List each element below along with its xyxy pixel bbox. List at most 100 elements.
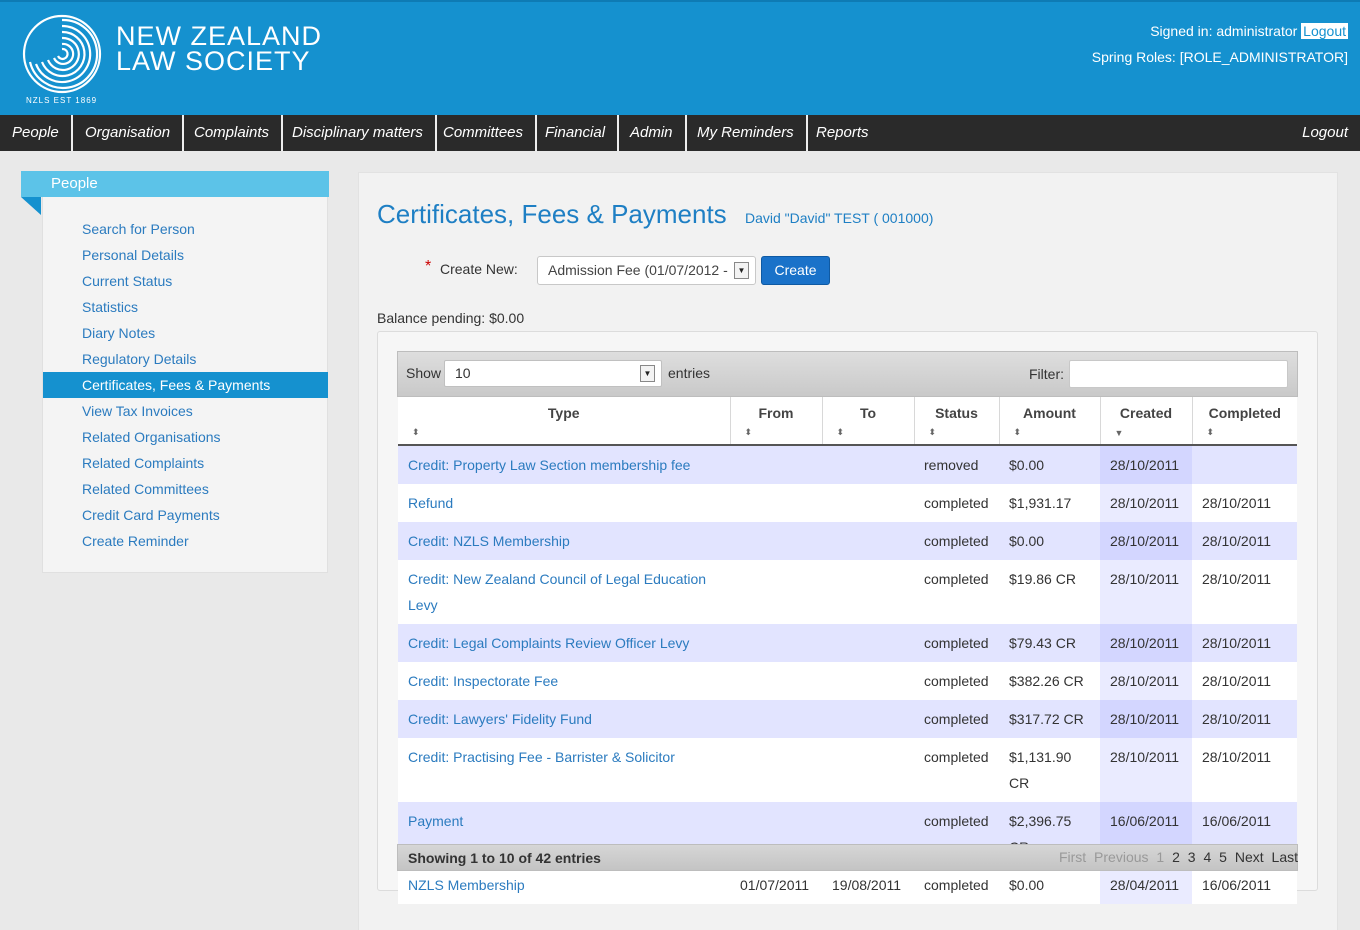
person-link[interactable]: David "David" TEST ( 001000) (745, 210, 933, 226)
cell-type: Credit: Property Law Section membership … (398, 445, 730, 484)
sort-desc-icon: ▼ (1114, 428, 1124, 438)
nav-complaints[interactable]: Complaints (182, 115, 284, 151)
pagination-page-2[interactable]: 2 (1172, 849, 1180, 865)
header-bar: NEW ZEALAND LAW SOCIETY NZLS EST 1869 Si… (0, 0, 1360, 115)
header-logout-link[interactable]: Logout (1301, 23, 1348, 39)
filter-input[interactable] (1069, 360, 1288, 388)
signed-in-label: Signed in: (1150, 23, 1213, 39)
table-row: Credit: Legal Complaints Review Officer … (398, 624, 1297, 662)
cell-status: completed (914, 738, 999, 802)
cell-completed: 16/06/2011 (1192, 866, 1297, 904)
sidebar-item-related-complaints[interactable]: Related Complaints (43, 450, 328, 476)
pagination-page-1[interactable]: 1 (1156, 849, 1164, 865)
cell-from: 01/07/2011 (730, 866, 822, 904)
column-header-created[interactable]: Created ▼ (1100, 397, 1193, 446)
nav-admin[interactable]: Admin (618, 115, 687, 151)
table-info: Showing 1 to 10 of 42 entries (408, 850, 601, 866)
nav-financial[interactable]: Financial (533, 115, 620, 151)
column-header-status[interactable]: Status ⬍ (914, 397, 1000, 446)
sidebar-item-statistics[interactable]: Statistics (43, 294, 328, 320)
column-header-amount[interactable]: Amount ⬍ (999, 397, 1101, 446)
cell-status: completed (914, 866, 999, 904)
sort-icon: ⬍ (412, 427, 420, 437)
sidebar-item-current-status[interactable]: Current Status (43, 268, 328, 294)
cell-from (730, 662, 822, 700)
cell-amount: $19.86 CR (999, 560, 1100, 624)
cell-from (730, 560, 822, 624)
show-entries-select[interactable]: 10 (444, 360, 662, 387)
row-type-link[interactable]: Credit: Lawyers' Fidelity Fund (408, 711, 592, 727)
cell-completed (1192, 445, 1297, 484)
create-new-select[interactable]: Admission Fee (01/07/2012 - (537, 256, 756, 285)
column-label: Status (935, 405, 978, 421)
nav-my-reminders[interactable]: My Reminders (685, 115, 808, 151)
column-label: Amount (1023, 405, 1076, 421)
row-type-link[interactable]: Payment (408, 813, 463, 829)
nav-committees[interactable]: Committees (431, 115, 538, 151)
balance-label: Balance pending: (377, 310, 486, 326)
row-type-link[interactable]: Credit: NZLS Membership (408, 533, 570, 549)
column-header-from[interactable]: From ⬍ (730, 397, 823, 446)
row-type-link[interactable]: Credit: New Zealand Council of Legal Edu… (408, 571, 706, 613)
row-type-link[interactable]: Credit: Inspectorate Fee (408, 673, 558, 689)
row-type-link[interactable]: Credit: Property Law Section membership … (408, 457, 690, 473)
row-type-link[interactable]: Credit: Legal Complaints Review Officer … (408, 635, 689, 651)
column-label: To (859, 405, 877, 421)
sidebar-item-search-for-person[interactable]: Search for Person (43, 216, 328, 242)
row-type-link[interactable]: Refund (408, 495, 453, 511)
show-entries-value: 10 (455, 365, 471, 381)
cell-to: 19/08/2011 (822, 866, 914, 904)
column-header-completed[interactable]: Completed ⬍ (1192, 397, 1297, 446)
chevron-down-icon[interactable]: ▼ (640, 365, 655, 382)
nav-reports[interactable]: Reports (804, 115, 881, 151)
logo[interactable]: NEW ZEALAND LAW SOCIETY NZLS EST 1869 (20, 12, 340, 112)
pagination-page-4[interactable]: 4 (1203, 849, 1211, 865)
cell-from (730, 624, 822, 662)
sidebar-item-certificates-fees-payments[interactable]: Certificates, Fees & Payments (43, 372, 328, 398)
cell-to (822, 662, 914, 700)
sort-icon: ⬍ (836, 427, 845, 437)
row-type-link[interactable]: Credit: Practising Fee - Barrister & Sol… (408, 749, 675, 765)
nzls-swirl-icon (22, 14, 102, 94)
sidebar-item-related-committees[interactable]: Related Committees (43, 476, 328, 502)
chevron-down-icon[interactable]: ▼ (734, 262, 749, 279)
cell-from (730, 522, 822, 560)
sidebar-item-diary-notes[interactable]: Diary Notes (43, 320, 328, 346)
cell-status: removed (914, 445, 999, 484)
nav-disciplinary-matters[interactable]: Disciplinary matters (280, 115, 437, 151)
pagination-previous[interactable]: Previous (1094, 849, 1148, 865)
column-label: Created (1119, 405, 1173, 421)
logo-est: NZLS EST 1869 (26, 96, 98, 105)
sidebar-item-credit-card-payments[interactable]: Credit Card Payments (43, 502, 328, 528)
entries-label: entries (668, 365, 711, 381)
create-button[interactable]: Create (761, 256, 830, 285)
cell-created: 28/10/2011 (1100, 445, 1192, 484)
cell-status: completed (914, 560, 999, 624)
table-row: Credit: New Zealand Council of Legal Edu… (398, 560, 1297, 624)
nav-organisation[interactable]: Organisation (73, 115, 185, 151)
sidebar-item-regulatory-details[interactable]: Regulatory Details (43, 346, 328, 372)
pagination-last[interactable]: Last (1272, 849, 1298, 865)
sort-icon: ⬍ (1206, 427, 1215, 437)
nav-people[interactable]: People (0, 115, 73, 151)
sidebar-item-view-tax-invoices[interactable]: View Tax Invoices (43, 398, 328, 424)
pagination-page-5[interactable]: 5 (1219, 849, 1227, 865)
cell-to (822, 484, 914, 522)
column-header-type[interactable]: Type ⬍ (398, 397, 731, 446)
cell-amount: $1,131.90 CR (999, 738, 1100, 802)
create-new-label: Create New: (440, 261, 518, 277)
column-label: From (758, 405, 794, 421)
show-label: Show (406, 365, 442, 381)
cell-created: 28/10/2011 (1100, 484, 1192, 522)
column-header-to[interactable]: To ⬍ (822, 397, 915, 446)
nav-logout[interactable]: Logout (1302, 115, 1348, 151)
pagination-first[interactable]: First (1059, 849, 1086, 865)
pagination-page-3[interactable]: 3 (1188, 849, 1196, 865)
row-type-link[interactable]: NZLS Membership (408, 877, 525, 893)
pagination-next[interactable]: Next (1235, 849, 1264, 865)
cell-status: completed (914, 522, 999, 560)
cell-type: Refund (398, 484, 730, 522)
sidebar-item-related-organisations[interactable]: Related Organisations (43, 424, 328, 450)
sidebar-item-personal-details[interactable]: Personal Details (43, 242, 328, 268)
sidebar-item-create-reminder[interactable]: Create Reminder (43, 528, 328, 554)
